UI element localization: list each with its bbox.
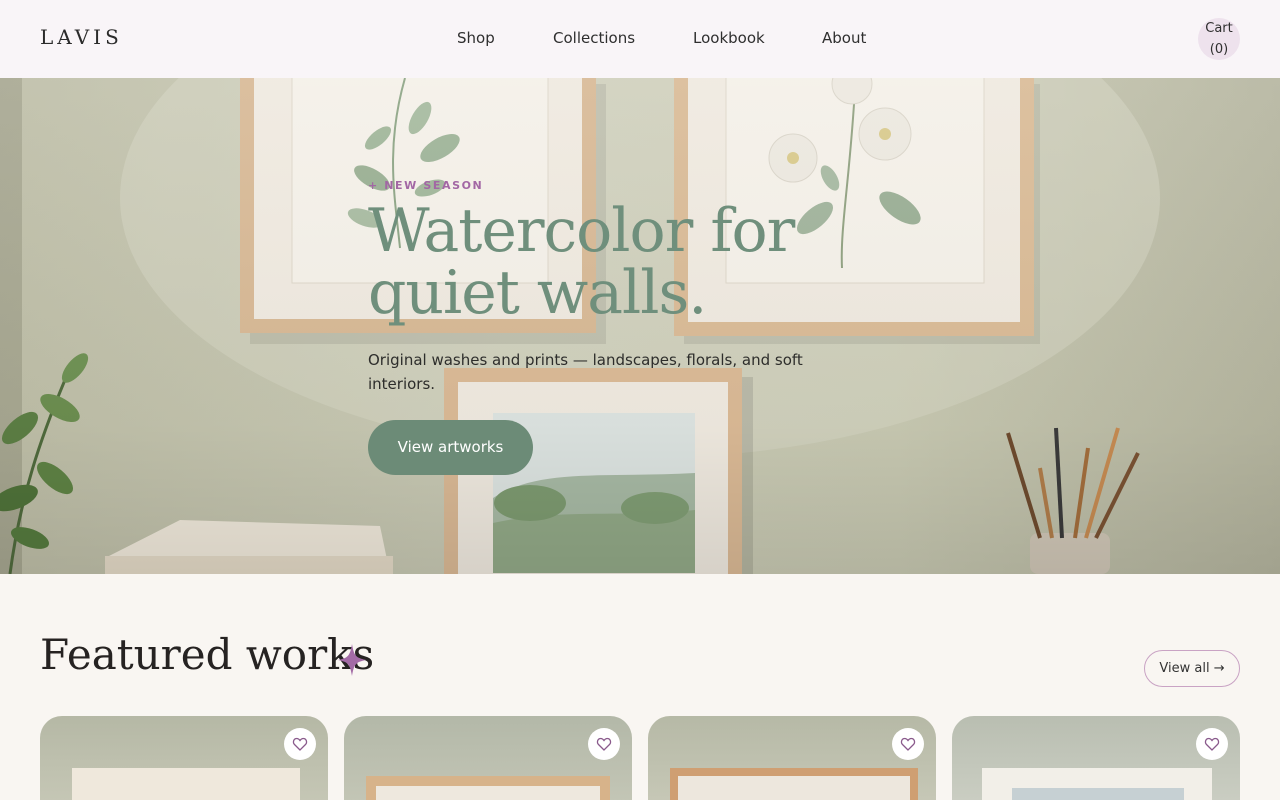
heart-icon xyxy=(596,737,612,751)
nav-shop[interactable]: Shop xyxy=(457,29,495,47)
product-card[interactable] xyxy=(40,716,328,800)
card-artwork xyxy=(72,768,300,800)
heart-icon xyxy=(900,737,916,751)
main-nav: Shop Collections Lookbook About xyxy=(0,29,1280,49)
nav-collections[interactable]: Collections xyxy=(553,29,635,47)
product-card[interactable] xyxy=(952,716,1240,800)
sparkle-icon xyxy=(338,644,366,676)
product-card[interactable] xyxy=(344,716,632,800)
hero-kicker: + NEW SEASON xyxy=(368,179,484,192)
card-artwork xyxy=(670,768,918,800)
heart-icon xyxy=(1204,737,1220,751)
card-artwork xyxy=(982,768,1212,800)
heart-icon xyxy=(292,737,308,751)
nav-lookbook[interactable]: Lookbook xyxy=(693,29,765,47)
favorite-button[interactable] xyxy=(284,728,316,760)
cart-button[interactable]: Cart (0) xyxy=(1198,18,1240,60)
favorite-button[interactable] xyxy=(892,728,924,760)
hero-title: Watercolor for quiet walls. xyxy=(368,196,795,328)
favorite-button[interactable] xyxy=(588,728,620,760)
view-artworks-button[interactable]: View artworks xyxy=(368,420,533,475)
view-all-button[interactable]: View all → xyxy=(1144,650,1240,687)
product-card[interactable] xyxy=(648,716,936,800)
nav-about[interactable]: About xyxy=(822,29,866,47)
favorite-button[interactable] xyxy=(1196,728,1228,760)
hero-subtitle: Original washes and prints — landscapes,… xyxy=(368,351,803,393)
featured-title: Featured works xyxy=(40,630,375,679)
site-header: LAVIS Shop Collections Lookbook About Ca… xyxy=(0,0,1280,78)
card-artwork xyxy=(366,776,610,800)
